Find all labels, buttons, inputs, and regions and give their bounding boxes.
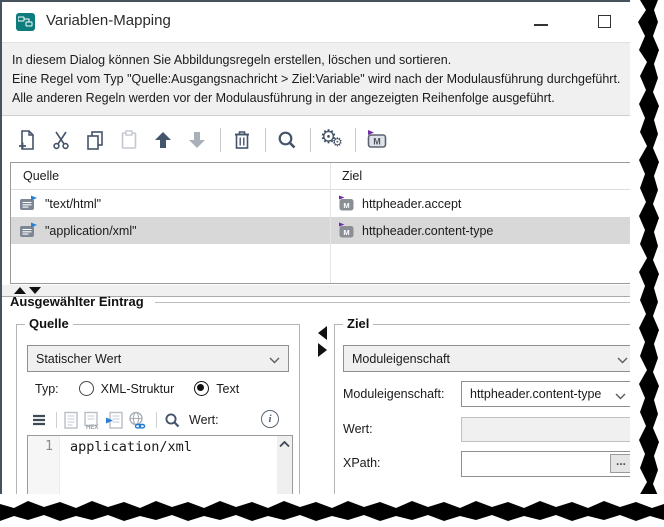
description-line: Eine Regel vom Typ "Quelle:Ausgangsnachr…	[12, 70, 650, 89]
radio-text[interactable]	[194, 381, 209, 396]
chevron-down-icon	[269, 357, 280, 364]
rules-toolbar: ⚙ ⚙ M	[2, 117, 650, 162]
collapse-up-icon[interactable]	[14, 287, 26, 294]
column-divider	[330, 163, 331, 283]
cut-button[interactable]	[48, 127, 74, 153]
toolbar-separator	[220, 128, 221, 152]
module-mapping-button[interactable]: M	[364, 127, 390, 153]
module-letter: M	[343, 201, 349, 210]
radio-xml-struktur-label[interactable]: XML-Struktur	[101, 382, 175, 396]
chevron-down-icon	[617, 357, 628, 364]
rule-target-value: httpheader.accept	[362, 197, 461, 211]
xpath-label: XPath:	[343, 456, 381, 470]
delete-button[interactable]	[229, 127, 255, 153]
wert-input	[461, 417, 635, 442]
hex-label: HEX	[86, 425, 98, 430]
module-property-icon: M	[338, 195, 355, 212]
description-line: Alle anderen Regeln werden vor der Modul…	[12, 89, 650, 108]
toolbar-separator	[156, 412, 157, 428]
paste-button[interactable]	[116, 127, 142, 153]
rule-source-value: "text/html"	[45, 197, 101, 211]
info-icon[interactable]: i	[261, 410, 279, 428]
wert-label: Wert:	[189, 413, 219, 427]
chevron-down-icon	[615, 393, 626, 400]
xpath-input[interactable]: ...	[461, 451, 635, 477]
radio-xml-struktur[interactable]	[79, 381, 94, 396]
collapse-down-icon[interactable]	[29, 287, 41, 294]
module-property-icon: M	[338, 222, 355, 239]
menu-button[interactable]	[31, 413, 47, 427]
message-value-icon	[19, 222, 38, 239]
window-title: Variablen-Mapping	[46, 12, 171, 29]
source-type-value: Statischer Wert	[36, 352, 121, 366]
selected-entry-group-label: Ausgewählter Eintrag	[10, 294, 144, 309]
moduleigenschaft-label: Moduleigenschaft:	[343, 387, 444, 401]
value-editor-toolbar: HEX	[31, 409, 289, 431]
screenshot-canvas: Variablen-Mapping In diesem Dialog könne…	[0, 0, 664, 527]
move-down-button[interactable]	[184, 127, 210, 153]
collapse-left-icon[interactable]	[318, 326, 327, 340]
module-letter: M	[343, 228, 349, 237]
settings-button[interactable]: ⚙ ⚙	[319, 127, 345, 153]
editor-scrollbar[interactable]	[277, 436, 292, 524]
xpath-browse-button[interactable]: ...	[610, 454, 632, 473]
quelle-groupbox: Quelle Statischer Wert Typ: XML-Struktur…	[16, 324, 300, 524]
value-editor[interactable]: 1 application/xml	[27, 435, 293, 525]
description-line: In diesem Dialog können Sie Abbildungsre…	[12, 51, 650, 70]
toolbar-separator	[56, 412, 57, 428]
source-type-dropdown[interactable]: Statischer Wert	[27, 345, 289, 372]
target-type-dropdown[interactable]: Moduleigenschaft	[343, 345, 637, 372]
typ-label: Typ:	[35, 382, 59, 396]
wert-label: Wert:	[343, 422, 373, 436]
text-view-button[interactable]	[63, 411, 80, 430]
svg-text:M: M	[373, 136, 381, 146]
line-number: 1	[45, 439, 53, 454]
editor-content[interactable]: application/xml	[60, 436, 277, 524]
line-number-gutter: 1	[28, 436, 60, 524]
rule-target-value: httpheader.content-type	[362, 224, 493, 238]
move-up-button[interactable]	[150, 127, 176, 153]
import-value-button[interactable]	[105, 411, 124, 430]
toolbar-separator	[265, 128, 266, 152]
search-button[interactable]	[274, 127, 300, 153]
dialog-window: Variablen-Mapping In diesem Dialog könne…	[0, 0, 650, 515]
moduleigenschaft-combobox[interactable]: httpheader.content-type	[461, 381, 635, 407]
hex-view-button[interactable]: HEX	[83, 411, 102, 430]
info-letter: i	[268, 413, 271, 425]
ziel-groupbox: Ziel Moduleigenschaft Moduleigenschaft: …	[334, 324, 644, 510]
group-border-line	[155, 302, 650, 303]
copy-button[interactable]	[82, 127, 108, 153]
column-header-ziel[interactable]: Ziel	[330, 169, 649, 183]
mapping-rules-table: Quelle Ziel "text/html" M	[10, 162, 650, 284]
ziel-group-label: Ziel	[343, 316, 373, 331]
rule-source-value: "application/xml"	[45, 224, 137, 238]
toolbar-separator	[310, 128, 311, 152]
collapse-right-icon[interactable]	[318, 343, 327, 357]
link-resource-button[interactable]	[127, 411, 147, 430]
variable-mapping-icon	[16, 13, 35, 31]
maximize-button[interactable]	[598, 15, 611, 28]
column-header-quelle[interactable]: Quelle	[11, 169, 330, 183]
scroll-up-icon[interactable]	[279, 441, 290, 448]
toolbar-separator	[355, 128, 356, 152]
search-value-button[interactable]	[163, 411, 182, 430]
add-rule-button[interactable]	[14, 127, 40, 153]
radio-text-label[interactable]: Text	[216, 382, 239, 396]
quelle-group-label: Quelle	[25, 316, 73, 331]
dialog-description: In diesem Dialog können Sie Abbildungsre…	[2, 42, 650, 116]
moduleigenschaft-value: httpheader.content-type	[470, 387, 601, 401]
title-bar: Variablen-Mapping	[2, 2, 650, 42]
typ-radio-row: Typ: XML-Struktur Text	[35, 381, 239, 396]
message-value-icon	[19, 195, 38, 212]
minimize-button[interactable]	[534, 24, 548, 26]
gear-icon: ⚙	[332, 135, 343, 149]
target-type-value: Moduleigenschaft	[352, 352, 450, 366]
